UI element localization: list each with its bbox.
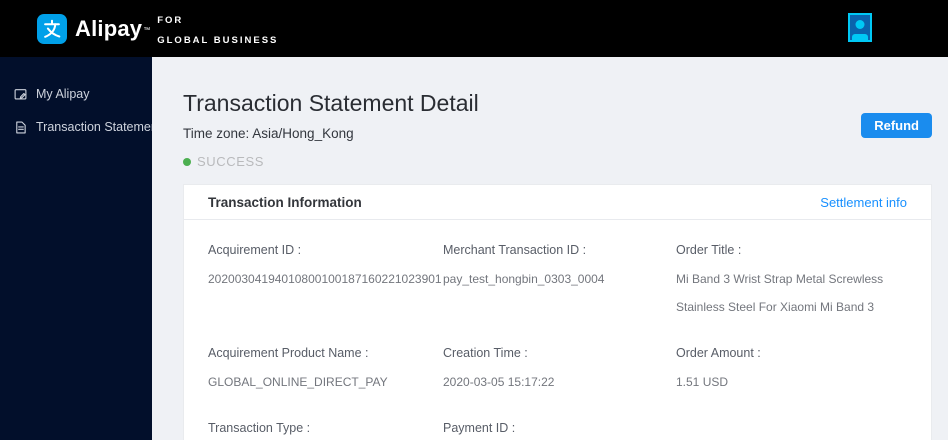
sidebar-nav: My Alipay Transaction Statement <box>0 57 172 440</box>
main-content: Transaction Statement Detail Time zone: … <box>152 57 948 440</box>
card-body: Acquirement ID : 20200304194010800100187… <box>184 220 931 440</box>
transaction-info-card: Transaction Information Settlement info … <box>183 184 932 440</box>
logo-tagline: FOR GLOBAL BUSINESS <box>157 14 279 46</box>
alipay-wordmark: Alipay <box>75 15 143 41</box>
field-order-title: Order Title : Mi Band 3 Wrist Strap Meta… <box>676 242 907 321</box>
status-line: SUCCESS <box>183 154 948 169</box>
status-dot-icon <box>183 157 191 166</box>
field-value: 2020-03-05 15:17:22 <box>443 375 555 389</box>
card-title: Transaction Information <box>208 194 362 210</box>
field-merchant-transaction-id: Merchant Transaction ID : pay_test_hongb… <box>443 242 676 321</box>
field-payment-id: Payment ID : 202003041940108001001871602… <box>443 420 676 440</box>
card-header: Transaction Information Settlement info <box>184 185 931 220</box>
alipay-logo: Alipay ™ FOR GLOBAL BUSINESS <box>37 9 278 49</box>
settlement-info-link[interactable]: Settlement info <box>820 195 907 210</box>
field-value: 20200304194010800100187160221023901 <box>208 272 442 286</box>
field-value: GLOBAL_ONLINE_DIRECT_PAY <box>208 375 388 389</box>
field-transaction-type: Transaction Type : PAYMENT <box>208 420 443 440</box>
user-avatar-icon[interactable] <box>848 13 872 42</box>
field-order-amount: Order Amount : 1.51 USD <box>676 345 907 396</box>
field-creation-time: Creation Time : 2020-03-05 15:17:22 <box>443 345 676 396</box>
status-badge: SUCCESS <box>197 154 265 169</box>
field-label: Acquirement Product Name : <box>208 346 369 360</box>
my-alipay-icon <box>14 88 27 101</box>
field-empty <box>676 420 907 440</box>
top-header-bar: Alipay ™ FOR GLOBAL BUSINESS <box>0 0 948 57</box>
alipay-logo-icon <box>37 13 67 44</box>
sidebar-item-label: Transaction Statement <box>36 120 162 134</box>
page-header: Transaction Statement Detail Time zone: … <box>152 57 948 141</box>
field-acquirement-product-name: Acquirement Product Name : GLOBAL_ONLINE… <box>208 345 443 396</box>
trademark-symbol: ™ <box>143 27 151 34</box>
field-label: Acquirement ID : <box>208 243 302 257</box>
sidebar-item-my-alipay[interactable]: My Alipay <box>0 82 152 106</box>
field-label: Transaction Type : <box>208 421 311 435</box>
field-acquirement-id: Acquirement ID : 20200304194010800100187… <box>208 242 443 321</box>
avatar-head-shape <box>855 20 865 29</box>
avatar-body-shape <box>852 34 868 40</box>
sidebar-item-transaction-statement[interactable]: Transaction Statement <box>0 115 172 139</box>
timezone-label: Time zone: Asia/Hong_Kong <box>183 126 354 141</box>
field-label: Order Amount : <box>676 346 761 360</box>
field-label: Order Title : <box>676 243 742 257</box>
sidebar-item-label: My Alipay <box>36 87 90 101</box>
refund-button[interactable]: Refund <box>861 113 932 138</box>
field-value: pay_test_hongbin_0303_0004 <box>443 272 605 286</box>
field-value: Mi Band 3 Wrist Strap Metal Screwless St… <box>676 272 884 314</box>
field-label: Merchant Transaction ID : <box>443 243 587 257</box>
field-label: Payment ID : <box>443 421 516 435</box>
field-label: Creation Time : <box>443 346 528 360</box>
page-title: Transaction Statement Detail <box>183 90 479 116</box>
statement-icon <box>14 121 27 134</box>
field-value: 1.51 USD <box>676 375 729 389</box>
